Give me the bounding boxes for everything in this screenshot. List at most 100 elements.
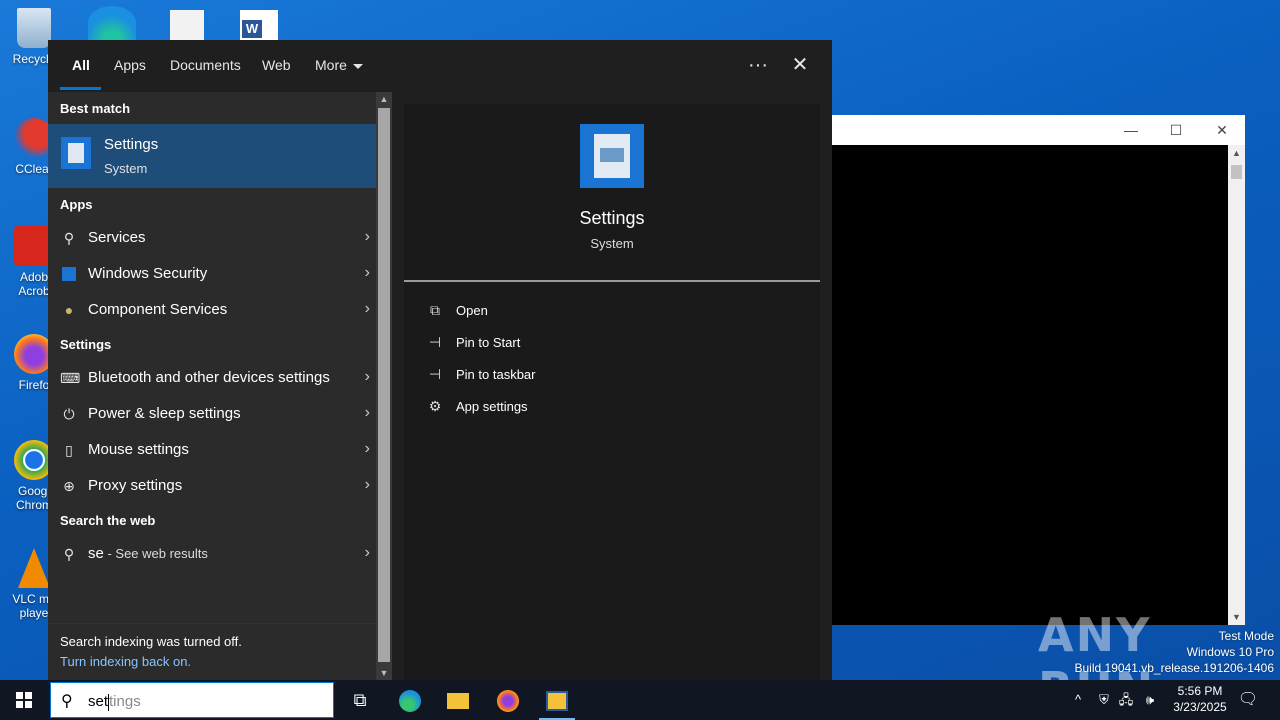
result-label: Bluetooth and other devices settings — [88, 369, 330, 386]
result-item-component-services[interactable]: ● Component Services › — [48, 292, 376, 328]
chevron-right-icon[interactable]: › — [365, 404, 370, 422]
result-label: Power & sleep settings — [88, 405, 241, 422]
search-tabs: All Apps Documents Web More ··· ✕ — [48, 40, 832, 92]
indexing-off-text: Search indexing was turned off. — [60, 634, 242, 649]
section-apps: Apps — [60, 197, 93, 212]
chevron-right-icon[interactable]: › — [365, 544, 370, 562]
scroll-up-arrow[interactable]: ▲ — [1228, 145, 1245, 161]
action-label: Open — [456, 303, 488, 318]
result-item-services[interactable]: ⚲ Services › — [48, 220, 376, 256]
scroll-thumb[interactable] — [1231, 165, 1242, 179]
best-match-name: Settings — [104, 136, 159, 153]
start-button[interactable] — [0, 680, 48, 720]
typed-text: set — [88, 693, 109, 710]
turn-indexing-on-link[interactable]: Turn indexing back on. — [60, 654, 191, 669]
tab-more-label: More — [315, 57, 347, 73]
maximize-button[interactable]: ☐ — [1161, 120, 1191, 140]
background-window[interactable]: — ☐ ✕ ▲ ▼ — [832, 115, 1245, 625]
more-options-button[interactable]: ··· — [742, 52, 774, 78]
watermark-line2: Windows 10 Pro — [1186, 645, 1274, 659]
taskbar: ⚲ settings ⧉ ^ ⛨ 🖧 🕪 5:56 PM 3/23/2025 🗨 — [0, 680, 1280, 720]
chevron-right-icon[interactable]: › — [365, 440, 370, 458]
result-label: Component Services — [88, 301, 228, 318]
active-app-taskbar-icon[interactable] — [537, 684, 577, 720]
autocomplete-text: tings — [109, 693, 141, 710]
result-item-windows-security[interactable]: Windows Security › — [48, 256, 376, 292]
result-label: Proxy settings — [88, 477, 183, 494]
word-document-icon[interactable]: W — [240, 10, 278, 40]
action-label: App settings — [456, 399, 528, 414]
watermark-line1: Test Mode — [1218, 629, 1274, 643]
windows-logo-icon — [16, 692, 32, 708]
edge-desktop-icon[interactable] — [88, 6, 136, 40]
search-results-list: Best match Settings System Apps ⚲ Servic… — [48, 92, 376, 623]
globe-icon: ⊕ — [63, 478, 75, 494]
window-scrollbar[interactable]: ▲ ▼ — [1228, 145, 1245, 625]
result-item-mouse[interactable]: ▯ Mouse settings › — [48, 432, 376, 468]
chevron-right-icon[interactable]: › — [365, 264, 370, 282]
close-icon[interactable]: ✕ — [784, 52, 816, 78]
search-icon: ⚲ — [61, 693, 73, 710]
chevron-up-icon[interactable]: ^ — [1068, 680, 1088, 720]
web-query: se — [88, 545, 104, 562]
result-label: Windows Security — [88, 265, 208, 282]
result-item-proxy[interactable]: ⊕ Proxy settings › — [48, 468, 376, 504]
gear-icon: ⚙ — [428, 398, 442, 414]
preview-subtitle: System — [590, 236, 634, 251]
taskbar-search-input[interactable]: ⚲ settings — [50, 682, 334, 718]
result-label: Mouse settings — [88, 441, 189, 458]
watermark-line3: Build 19041.vb_release.191206-1406 — [1074, 661, 1275, 675]
notifications-icon[interactable]: 🗨 — [1236, 680, 1260, 720]
component-icon: ● — [64, 302, 74, 318]
preview-divider — [404, 280, 820, 282]
defender-tray-icon[interactable]: ⛨ — [1094, 680, 1114, 720]
section-search-web: Search the web — [60, 513, 156, 528]
chevron-right-icon[interactable]: › — [365, 368, 370, 386]
file-explorer-icon[interactable] — [438, 684, 478, 716]
web-result-label: se - See web results — [88, 545, 208, 562]
chevron-right-icon[interactable]: › — [365, 300, 370, 318]
network-icon[interactable]: 🖧 — [1116, 680, 1136, 720]
tab-documents[interactable]: Documents — [170, 57, 241, 73]
task-view-icon[interactable]: ⧉ — [340, 684, 380, 716]
clock-time: 5:56 PM — [1177, 684, 1223, 698]
tab-web[interactable]: Web — [262, 57, 291, 73]
volume-icon[interactable]: 🕪 — [1140, 680, 1160, 720]
preview-title: Settings — [579, 208, 645, 228]
chevron-right-icon[interactable]: › — [365, 476, 370, 494]
minimize-button[interactable]: — — [1116, 120, 1146, 140]
search-icon: ⚲ — [63, 546, 75, 562]
active-tab-indicator — [60, 87, 101, 90]
chevron-right-icon[interactable]: › — [365, 228, 370, 246]
section-best-match: Best match — [60, 101, 131, 116]
shield-icon — [62, 267, 76, 281]
open-icon: ⧉ — [430, 302, 440, 318]
settings-large-icon — [580, 124, 644, 188]
section-settings: Settings — [60, 337, 112, 352]
scroll-up-arrow[interactable]: ▲ — [376, 92, 392, 106]
close-window-button[interactable]: ✕ — [1207, 120, 1237, 140]
edge-taskbar-icon[interactable] — [390, 684, 430, 716]
best-match-item[interactable]: Settings System — [48, 124, 376, 188]
window-titlebar[interactable]: — ☐ ✕ — [832, 115, 1245, 145]
action-label: Pin to Start — [456, 335, 521, 350]
system-clock[interactable]: 5:56 PM 3/23/2025 — [1160, 683, 1240, 715]
keyboard-icon: ⌨ — [60, 370, 81, 386]
scroll-thumb[interactable] — [378, 108, 390, 662]
tab-more[interactable]: More — [315, 57, 363, 73]
result-item-web-search[interactable]: ⚲ se - See web results › — [48, 536, 376, 572]
action-label: Pin to taskbar — [456, 367, 536, 382]
result-item-power-sleep[interactable]: ⏻ Power & sleep settings › — [48, 396, 376, 432]
tab-all[interactable]: All — [72, 57, 90, 73]
desktop-icon-label: Firefo — [18, 378, 50, 392]
results-scrollbar[interactable]: ▲ ▼ — [376, 92, 392, 680]
image-file-icon[interactable] — [170, 10, 204, 40]
web-suffix: - See web results — [103, 546, 208, 561]
console-area[interactable] — [832, 145, 1228, 625]
tab-apps[interactable]: Apps — [114, 57, 146, 73]
scroll-down-arrow[interactable]: ▼ — [376, 666, 392, 680]
result-item-bluetooth[interactable]: ⌨ Bluetooth and other devices settings › — [48, 360, 376, 396]
search-query: settings — [88, 693, 141, 711]
gear-key-icon: ⚲ — [63, 230, 75, 246]
firefox-taskbar-icon[interactable] — [488, 684, 528, 716]
